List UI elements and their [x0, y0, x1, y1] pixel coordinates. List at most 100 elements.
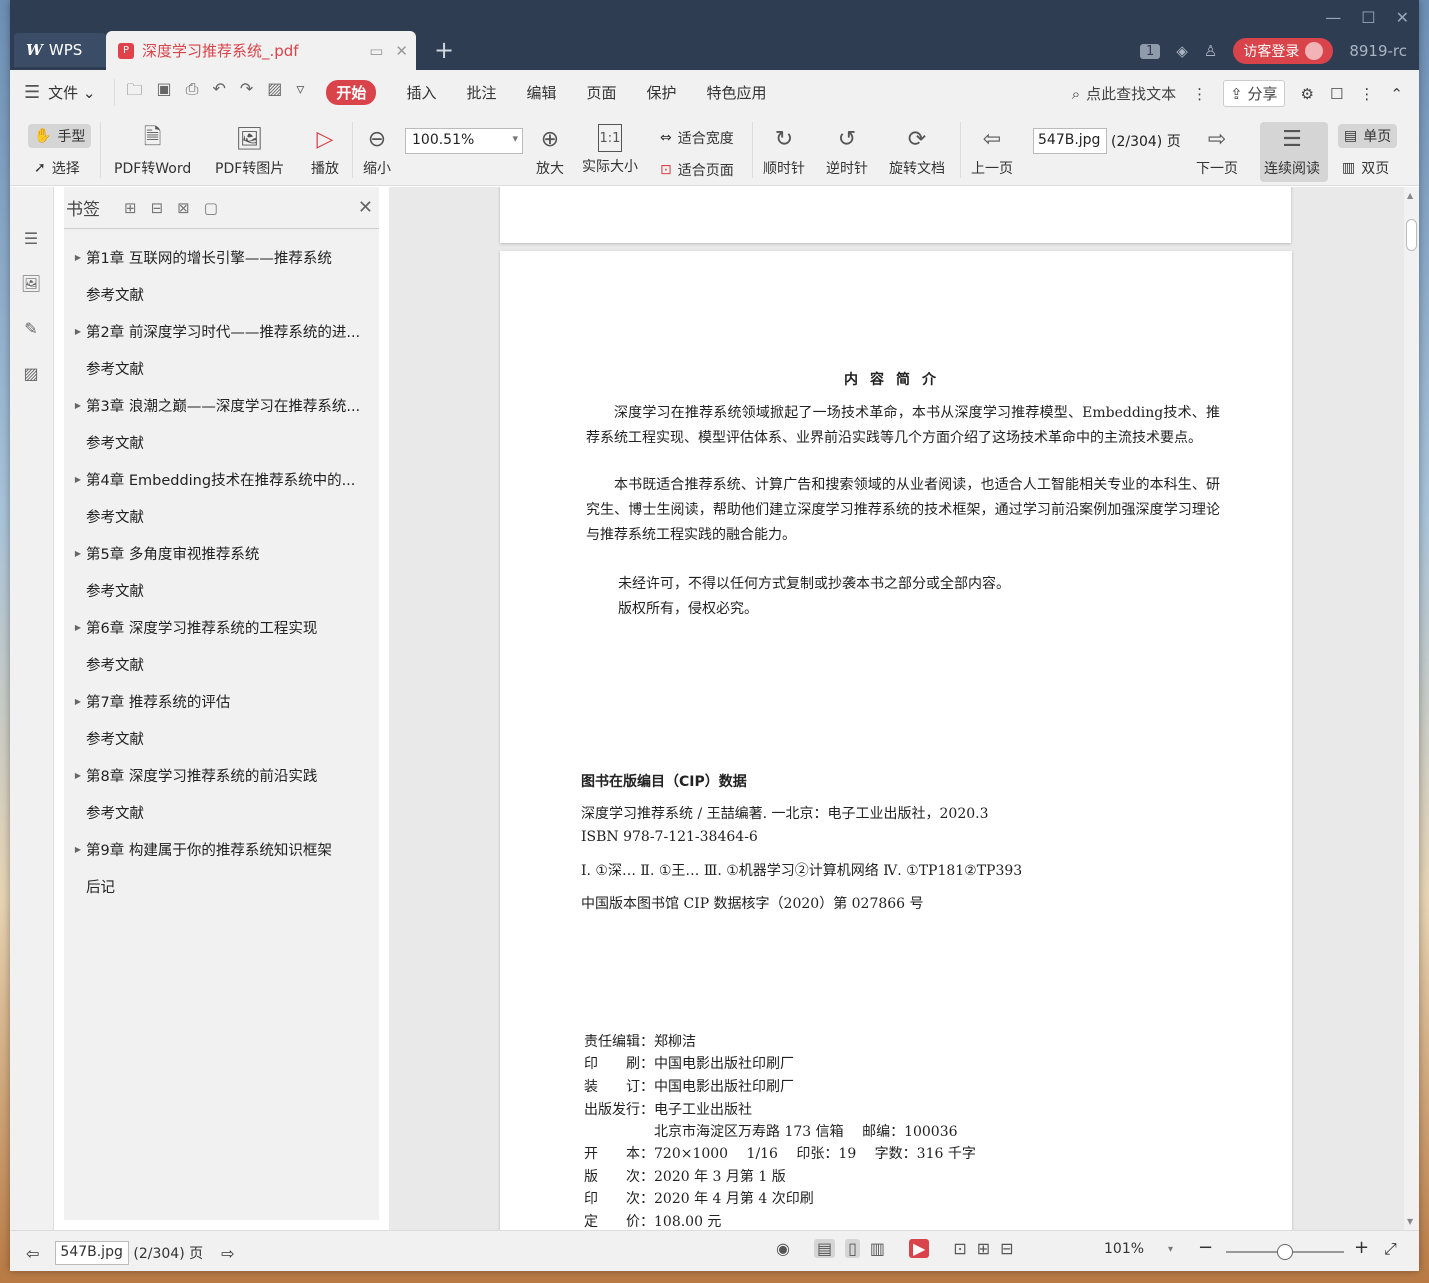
image-export-icon[interactable]: ▨	[20, 364, 42, 386]
zoom-out-button[interactable]: ⊖ 缩小	[362, 124, 392, 178]
expand-arrow-icon[interactable]: ▶	[64, 253, 86, 262]
comment-icon[interactable]: ☐	[1330, 85, 1343, 103]
tab-page[interactable]: 页面	[586, 82, 616, 103]
monitor-icon[interactable]: ▭	[369, 42, 383, 60]
actual-size-button[interactable]: 1:1 实际大小	[582, 124, 638, 176]
share-button[interactable]: ⇪ 分享	[1223, 80, 1285, 107]
zoom-out-status-icon[interactable]: −	[1198, 1237, 1213, 1258]
fit-page-status-icon[interactable]: ⊞	[977, 1239, 990, 1258]
continuous-view-icon[interactable]: ▤	[813, 1239, 836, 1258]
close-icon[interactable]: ✕	[1396, 8, 1409, 27]
tab-edit[interactable]: 编辑	[526, 82, 556, 103]
collapse-ribbon-icon[interactable]: ⌃	[1390, 85, 1403, 103]
expand-arrow-icon[interactable]: ▶	[64, 401, 86, 410]
bookmark-item[interactable]: 参考文献	[64, 572, 379, 609]
scroll-thumb[interactable]	[1406, 219, 1417, 251]
undo-icon[interactable]: ↶	[212, 79, 225, 106]
tab-insert[interactable]: 插入	[406, 82, 436, 103]
expand-arrow-icon[interactable]: ▶	[64, 771, 86, 780]
settings-gear-icon[interactable]: ⚙	[1301, 85, 1314, 103]
export-image-icon[interactable]: ▨	[267, 79, 282, 106]
select-tool-button[interactable]: ➚ 选择	[34, 158, 80, 178]
present-icon[interactable]: ▶	[909, 1239, 930, 1258]
fit-width-status-icon[interactable]: ⊟	[1000, 1239, 1013, 1258]
bookmark-item[interactable]: ▶ 第8章 深度学习推荐系统的前沿实践	[64, 757, 379, 794]
more-dropdown-icon[interactable]: ▿	[296, 79, 304, 106]
tab-special-apps[interactable]: 特色应用	[707, 82, 767, 103]
bookmark-item[interactable]: 参考文献	[64, 720, 379, 757]
expand-arrow-icon[interactable]: ▶	[64, 475, 86, 484]
wps-home-tab[interactable]: W WPS	[14, 33, 106, 67]
tab-start[interactable]: 开始	[326, 79, 377, 105]
bookmark-item[interactable]: ▶ 第5章 多角度审视推荐系统	[64, 535, 379, 572]
bookmark-item[interactable]: 参考文献	[64, 794, 379, 831]
skin-icon[interactable]: ◈	[1176, 42, 1188, 60]
search-icon[interactable]: ⌕	[1072, 85, 1080, 103]
add-sub-bookmark-icon[interactable]: ⊠	[177, 199, 190, 217]
fullscreen-icon[interactable]: ⤢	[1384, 1239, 1397, 1259]
file-menu[interactable]: 文件 ⌄	[48, 82, 95, 103]
close-tab-icon[interactable]: ✕	[395, 42, 408, 60]
new-tab-button[interactable]: +	[434, 36, 454, 64]
bookmark-item[interactable]: ▶ 第4章 Embedding技术在推荐系统中的...	[64, 461, 379, 498]
expand-arrow-icon[interactable]: ▶	[64, 845, 86, 854]
page-input[interactable]: 547B.jpg	[1033, 128, 1107, 154]
outline-icon[interactable]: ☰	[20, 229, 42, 251]
bookmark-options-icon[interactable]: ▢	[204, 199, 218, 217]
hand-tool-button[interactable]: ✋ 手型	[28, 124, 92, 148]
zoom-level-select[interactable]: 100.51%	[405, 128, 523, 154]
expand-arrow-icon[interactable]: ▶	[64, 623, 86, 632]
window-count-badge[interactable]: 1	[1140, 43, 1161, 59]
status-next-icon[interactable]: ⇨	[221, 1244, 234, 1263]
open-folder-icon[interactable]: 🗀	[127, 79, 143, 106]
expand-arrow-icon[interactable]: ▶	[64, 549, 86, 558]
pdf-to-word-button[interactable]: 🗎 PDF转Word	[114, 124, 191, 178]
document-tab[interactable]: P 深度学习推荐系统_.pdf ▭ ✕	[106, 31, 416, 70]
previous-page-button[interactable]: ⇦ 上一页	[971, 124, 1013, 178]
maximize-icon[interactable]: ☐	[1361, 8, 1375, 27]
actual-size-status-icon[interactable]: ⊡	[953, 1239, 966, 1258]
add-bookmark-icon[interactable]: ⊞	[124, 199, 137, 217]
bookmark-item[interactable]: ▶ 第2章 前深度学习时代——推荐系统的进...	[64, 313, 379, 350]
find-text-button[interactable]: 点此查找文本	[1086, 83, 1176, 104]
zoom-slider-knob[interactable]	[1277, 1244, 1293, 1260]
zoom-readout[interactable]: 101% ▾	[1104, 1241, 1173, 1257]
rotate-document-button[interactable]: ⟳ 旋转文档	[889, 124, 945, 178]
zoom-dropdown-icon[interactable]: ▾	[1168, 1244, 1173, 1255]
bookmark-item[interactable]: ▶ 第6章 深度学习推荐系统的工程实现	[64, 609, 379, 646]
status-prev-icon[interactable]: ⇦	[26, 1244, 39, 1263]
double-page-button[interactable]: ▥ 双页	[1342, 158, 1389, 178]
next-page-button[interactable]: ⇨ 下一页	[1196, 124, 1238, 178]
bookmark-item[interactable]: 参考文献	[64, 498, 379, 535]
zoom-in-button[interactable]: ⊕ 放大	[535, 124, 565, 178]
eye-protect-icon[interactable]: ◉	[776, 1239, 790, 1258]
shirt-icon[interactable]: ♙	[1204, 42, 1217, 60]
hamburger-icon[interactable]: ☰	[24, 82, 40, 103]
status-page-input[interactable]: 547B.jpg	[55, 1241, 130, 1265]
bookmark-item[interactable]: ▶ 第1章 互联网的增长引擎——推荐系统	[64, 239, 379, 276]
fit-width-button[interactable]: ⇔ 适合宽度	[660, 128, 734, 148]
bookmark-item[interactable]: 参考文献	[64, 646, 379, 683]
scroll-down-icon[interactable]: ▼	[1407, 1217, 1413, 1226]
tab-protect[interactable]: 保护	[647, 82, 677, 103]
document-view[interactable]: 内容简介 深度学习在推荐系统领域掀起了一场技术革命，本书从深度学习推荐模型、Em…	[389, 187, 1404, 1230]
single-page-button[interactable]: ▤ 单页	[1338, 124, 1398, 148]
annotation-icon[interactable]: ✎	[20, 319, 42, 341]
vertical-scrollbar[interactable]: ▲ ▼	[1404, 187, 1419, 1230]
tab-annotate[interactable]: 批注	[466, 82, 496, 103]
rotate-clockwise-button[interactable]: ↻ 顺时针	[763, 124, 805, 178]
expand-arrow-icon[interactable]: ▶	[64, 697, 86, 706]
pdf-to-image-button[interactable]: 🖼 PDF转图片	[215, 124, 284, 178]
save-icon[interactable]: ▣	[157, 79, 172, 106]
rotate-counterclockwise-button[interactable]: ↺ 逆时针	[826, 124, 868, 178]
print-icon[interactable]: ⎙	[186, 79, 199, 106]
bookmark-item[interactable]: 参考文献	[64, 350, 379, 387]
fit-page-button[interactable]: ⊡ 适合页面	[660, 160, 734, 180]
minimize-icon[interactable]: —	[1325, 8, 1341, 27]
more-menu-icon[interactable]: ⋮	[1359, 85, 1374, 103]
redo-icon[interactable]: ↷	[240, 79, 253, 106]
scroll-up-icon[interactable]: ▲	[1407, 191, 1413, 200]
zoom-in-status-icon[interactable]: +	[1354, 1237, 1369, 1258]
bookmark-item[interactable]: 后记	[64, 868, 379, 905]
vertical-dots-icon[interactable]: ⋮	[1192, 85, 1207, 103]
